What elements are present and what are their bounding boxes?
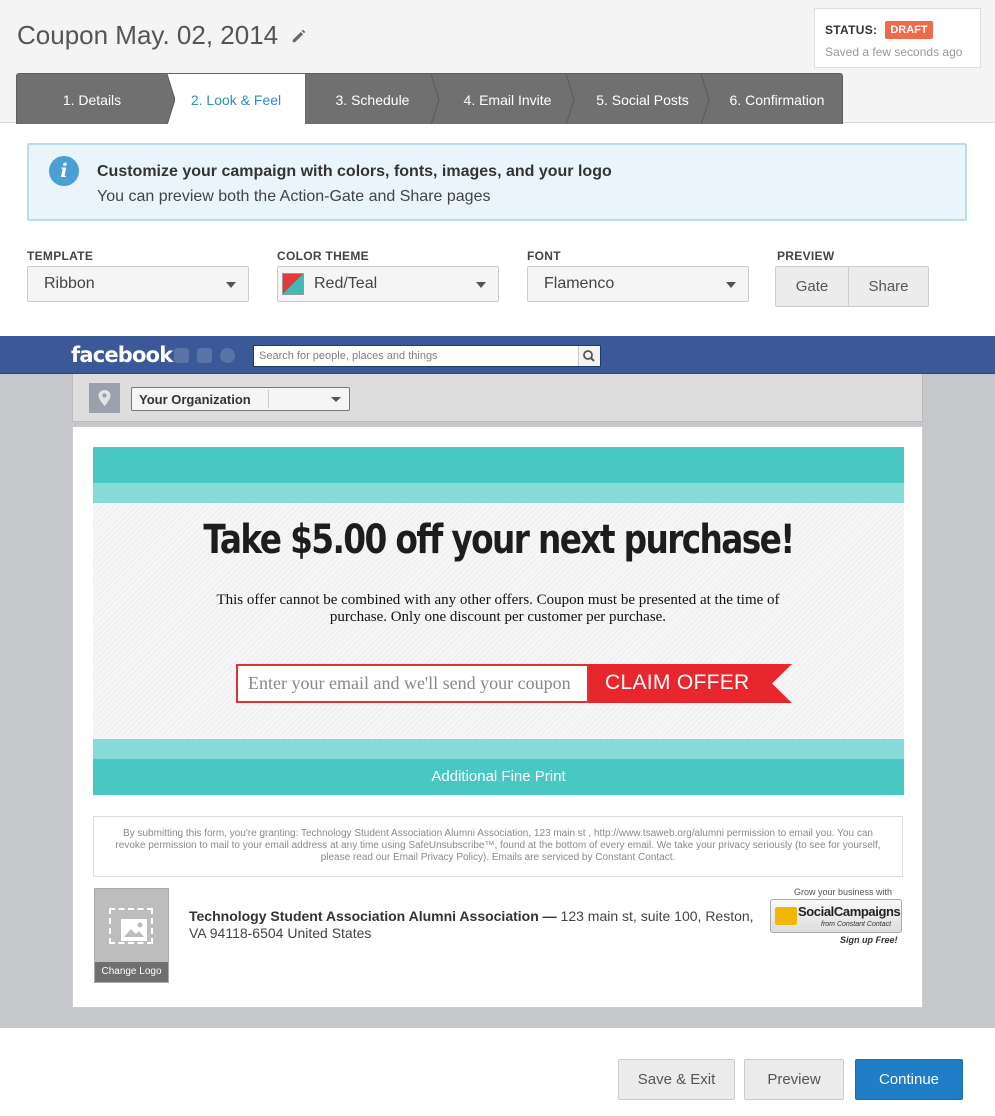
- wizard-step-details[interactable]: 1. Details: [17, 74, 167, 124]
- claim-offer-label: CLAIM OFFER: [605, 671, 750, 694]
- save-exit-button[interactable]: Save & Exit: [618, 1059, 735, 1100]
- coupon-headline: Take $5.00 off your next purchase!: [203, 517, 795, 563]
- facebook-search-input: Search for people, places and things: [253, 345, 601, 367]
- info-subtitle: You can preview both the Action-Gate and…: [97, 188, 491, 205]
- top-band-dark: [93, 447, 904, 483]
- color-theme-label: COLOR THEME: [277, 249, 369, 263]
- chevron-down-icon: [726, 282, 736, 288]
- email-placeholder: Enter your email and we'll send your cou…: [248, 673, 571, 693]
- font-label: FONT: [527, 249, 561, 263]
- chevron-down-icon: [226, 282, 236, 288]
- organization-address: Technology Student Association Alumni As…: [189, 908, 764, 942]
- wizard-steps: 1. Details 2. Look & Feel 3. Schedule 4.…: [16, 73, 843, 124]
- badge-name: SocialCampaigns: [798, 904, 901, 919]
- badge-signup-link[interactable]: Sign up Free!: [840, 935, 898, 945]
- status-label: STATUS:: [825, 23, 878, 37]
- status-panel: STATUS: DRAFT Saved a few seconds ago: [814, 8, 981, 68]
- page-header: Coupon May. 02, 2014 STATUS: DRAFT Saved…: [0, 0, 995, 124]
- saved-status-text: Saved a few seconds ago: [825, 45, 963, 59]
- step-separator: [565, 74, 575, 124]
- wizard-step-schedule[interactable]: 3. Schedule: [305, 74, 440, 124]
- select-divider: [268, 390, 269, 408]
- picture-icon: [121, 919, 147, 941]
- continue-button[interactable]: Continue: [855, 1059, 963, 1100]
- ribbon-template: Take $5.00 off your next purchase! This …: [93, 447, 904, 796]
- preview-button[interactable]: Preview: [744, 1059, 844, 1100]
- font-select[interactable]: Flamenco: [527, 266, 749, 302]
- friends-icon: [174, 348, 189, 363]
- template-label: TEMPLATE: [27, 249, 94, 263]
- step-separator: [700, 74, 710, 124]
- info-title: Customize your campaign with colors, fon…: [97, 163, 612, 180]
- preview-share-button[interactable]: Share: [848, 266, 929, 307]
- font-value: Flamenco: [544, 275, 615, 292]
- wizard-step-social-posts[interactable]: 5. Social Posts: [575, 74, 710, 124]
- info-banner: i Customize your campaign with colors, f…: [27, 143, 967, 221]
- wizard-step-confirmation[interactable]: 6. Confirmation: [710, 74, 842, 124]
- template-select[interactable]: Ribbon: [27, 266, 249, 302]
- status-badge: DRAFT: [885, 21, 933, 39]
- chart-icon: [775, 907, 797, 925]
- facebook-bar: facebook Search for people, places and t…: [0, 336, 995, 374]
- wizard-step-look-feel[interactable]: 2. Look & Feel: [167, 74, 305, 124]
- legal-disclaimer: By submitting this form, you're granting…: [93, 816, 903, 877]
- badge-tagline: Grow your business with: [794, 887, 893, 897]
- facebook-search-placeholder: Search for people, places and things: [259, 350, 438, 362]
- template-value: Ribbon: [44, 275, 95, 292]
- organization-full-name: Technology Student Association Alumni As…: [189, 908, 557, 924]
- social-campaigns-badge[interactable]: SocialCampaigns from Constant Contact: [770, 899, 902, 933]
- info-icon: i: [49, 156, 79, 186]
- messages-icon: [197, 348, 212, 363]
- pencil-icon[interactable]: [290, 27, 308, 45]
- facebook-logo: facebook: [71, 343, 173, 367]
- color-swatch: [282, 273, 304, 295]
- campaign-title: Coupon May. 02, 2014: [17, 20, 279, 50]
- fine-print-band: Additional Fine Print: [93, 759, 904, 795]
- step-separator: [430, 74, 440, 124]
- preview-stage: facebook Search for people, places and t…: [0, 336, 995, 1028]
- claim-offer-button: CLAIM OFFER: [589, 664, 792, 703]
- chevron-down-icon: [476, 282, 486, 288]
- color-theme-select[interactable]: Red/Teal: [277, 266, 499, 302]
- logo-placeholder[interactable]: Change Logo: [94, 888, 169, 983]
- coupon-email-input: Enter your email and we'll send your cou…: [236, 664, 589, 703]
- step-separator: [289, 74, 305, 124]
- organization-strip: Your Organization: [72, 374, 923, 422]
- preview-label: PREVIEW: [777, 249, 835, 263]
- bottom-band-light: [93, 739, 904, 759]
- organization-name: Your Organization: [139, 392, 251, 407]
- step-separator: [155, 74, 175, 124]
- coupon-preview: Take $5.00 off your next purchase! This …: [72, 426, 923, 1008]
- change-logo-button[interactable]: Change Logo: [95, 962, 168, 982]
- organization-select: Your Organization: [131, 387, 350, 411]
- coupon-description: This offer cannot be combined with any o…: [216, 592, 780, 625]
- globe-icon: [220, 348, 235, 363]
- facebook-nav-icons: [174, 348, 235, 363]
- page-title: Coupon May. 02, 2014: [17, 20, 308, 51]
- search-icon: [578, 346, 600, 366]
- top-band-light: [93, 483, 904, 503]
- wizard-step-email-invite[interactable]: 4. Email Invite: [440, 74, 575, 124]
- pin-icon: [89, 383, 120, 413]
- badge-subtitle: from Constant Contact: [821, 921, 892, 928]
- chevron-down-icon: [331, 397, 341, 402]
- preview-gate-button[interactable]: Gate: [775, 266, 849, 307]
- color-theme-value: Red/Teal: [314, 275, 378, 292]
